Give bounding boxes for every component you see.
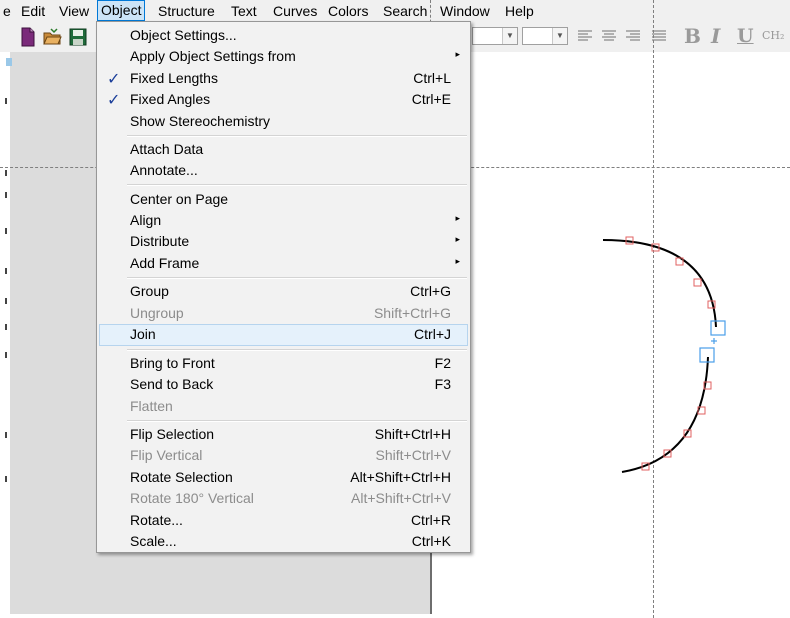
menu-item-send-to-back[interactable]: Send to Back F3 xyxy=(99,374,468,395)
object-dropdown-menu: Object Settings... Apply Object Settings… xyxy=(96,21,471,553)
submenu-arrow-icon: ▸ xyxy=(455,49,460,59)
curve-control-points[interactable] xyxy=(625,236,716,471)
checkmark-icon: ✓ xyxy=(107,71,121,88)
menu-separator xyxy=(127,184,467,186)
submenu-arrow-icon: ▸ xyxy=(455,213,460,223)
menu-item-join[interactable]: Join Ctrl+J xyxy=(99,324,468,346)
curve-upper[interactable] xyxy=(602,239,717,328)
menu-separator xyxy=(127,349,467,351)
menu-item-ungroup[interactable]: Ungroup Shift+Ctrl+G xyxy=(99,303,468,324)
selection-handles[interactable] xyxy=(699,320,726,363)
menu-item-fixed-angles[interactable]: ✓ Fixed Angles Ctrl+E xyxy=(99,89,468,110)
menu-separator xyxy=(127,277,467,279)
menu-item-rotate[interactable]: Rotate... Ctrl+R xyxy=(99,510,468,531)
menu-item-add-frame[interactable]: Add Frame ▸ xyxy=(99,253,468,274)
menu-item-rotate-180-vertical[interactable]: Rotate 180° Vertical Alt+Shift+Ctrl+V xyxy=(99,488,468,509)
menu-item-flatten[interactable]: Flatten xyxy=(99,396,468,417)
menu-item-group[interactable]: Group Ctrl+G xyxy=(99,281,468,302)
menu-item-flip-selection[interactable]: Flip Selection Shift+Ctrl+H xyxy=(99,424,468,445)
menu-item-fixed-lengths[interactable]: ✓ Fixed Lengths Ctrl+L xyxy=(99,68,468,89)
menu-item-rotate-selection[interactable]: Rotate Selection Alt+Shift+Ctrl+H xyxy=(99,467,468,488)
curve-lower[interactable] xyxy=(621,356,709,473)
menu-item-attach-data[interactable]: Attach Data xyxy=(99,139,468,160)
menu-item-flip-vertical[interactable]: Flip Vertical Shift+Ctrl+V xyxy=(99,445,468,466)
checkmark-icon: ✓ xyxy=(107,92,121,109)
submenu-arrow-icon: ▸ xyxy=(455,234,460,244)
menu-item-align[interactable]: Align ▸ xyxy=(99,210,468,231)
menu-separator xyxy=(127,420,467,422)
menu-item-object-settings[interactable]: Object Settings... xyxy=(99,25,468,46)
menu-separator xyxy=(127,135,467,137)
menu-item-distribute[interactable]: Distribute ▸ xyxy=(99,231,468,252)
menu-item-show-stereochemistry[interactable]: Show Stereochemistry xyxy=(99,111,468,132)
menu-item-annotate[interactable]: Annotate... xyxy=(99,160,468,181)
menu-item-center-on-page[interactable]: Center on Page xyxy=(99,189,468,210)
menu-item-apply-object-settings[interactable]: Apply Object Settings from ▸ xyxy=(99,46,468,67)
menu-item-bring-to-front[interactable]: Bring to Front F2 xyxy=(99,353,468,374)
submenu-arrow-icon: ▸ xyxy=(455,256,460,266)
menu-item-scale[interactable]: Scale... Ctrl+K xyxy=(99,531,468,552)
